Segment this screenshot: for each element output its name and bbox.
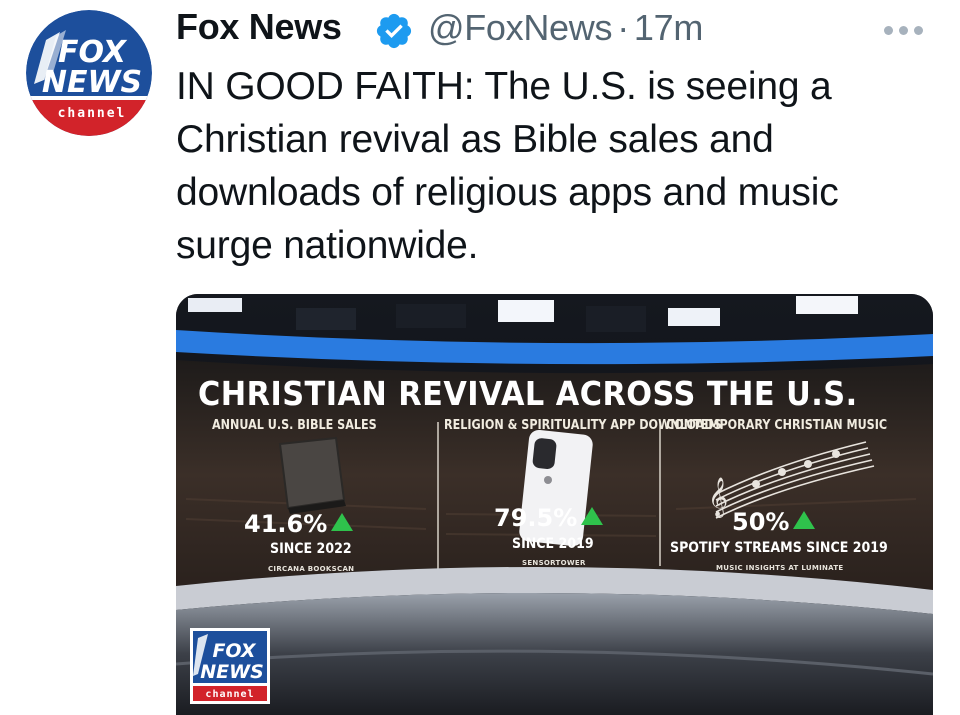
stat-since-bible: SINCE 2022	[270, 541, 352, 557]
stat-source-bible: CIRCANA BOOKSCAN	[268, 565, 355, 573]
stat-value-music: 50%	[732, 508, 816, 536]
graphic-headline: CHRISTIAN REVIVAL ACROSS THE U.S.	[198, 374, 858, 413]
svg-text:𝄞: 𝄞	[708, 477, 728, 518]
svg-text:channel: channel	[58, 106, 127, 121]
up-arrow-icon	[793, 511, 816, 529]
stat-source-music: MUSIC INSIGHTS AT LUMINATE	[716, 564, 844, 572]
verified-badge-icon[interactable]	[374, 11, 414, 51]
column-title-music: CONTEMPORARY CHRISTIAN MUSIC	[666, 418, 888, 433]
svg-text:NEWS: NEWS	[42, 65, 142, 100]
tweet-media-image[interactable]: 𝄞 CHRISTIAN REVIVAL ACROSS THE U.S. ANNU…	[176, 294, 933, 715]
timestamp[interactable]: 17m	[634, 7, 703, 48]
svg-text:FOX: FOX	[212, 640, 256, 662]
more-horizontal-icon[interactable]	[884, 22, 932, 38]
column-title-bible: ANNUAL U.S. BIBLE SALES	[212, 418, 377, 433]
fox-news-channel-logo: FOX NEWS channel	[190, 628, 270, 704]
svg-text:NEWS: NEWS	[200, 661, 264, 683]
handle-and-time[interactable]: @FoxNews · 17m	[428, 7, 703, 49]
up-arrow-icon	[581, 507, 604, 525]
tweet-text: IN GOOD FAITH: The U.S. is seeing a Chri…	[176, 65, 839, 267]
handle[interactable]: @FoxNews	[428, 7, 612, 48]
svg-text:channel: channel	[205, 689, 254, 700]
stat-value-apps: 79.5%	[494, 504, 604, 532]
stat-since-apps: SINCE 2019	[512, 536, 594, 552]
fox-news-logo: FOX NEWS channel	[26, 10, 152, 136]
up-arrow-icon	[331, 513, 354, 531]
display-name[interactable]: Fox News	[176, 6, 342, 48]
stat-since-music: SPOTIFY STREAMS SINCE 2019	[670, 540, 888, 556]
stat-value-bible: 41.6%	[244, 510, 354, 538]
profile-avatar[interactable]: FOX NEWS channel	[26, 10, 152, 136]
stat-source-apps: SENSORTOWER	[522, 559, 586, 567]
separator: ·	[617, 7, 629, 48]
